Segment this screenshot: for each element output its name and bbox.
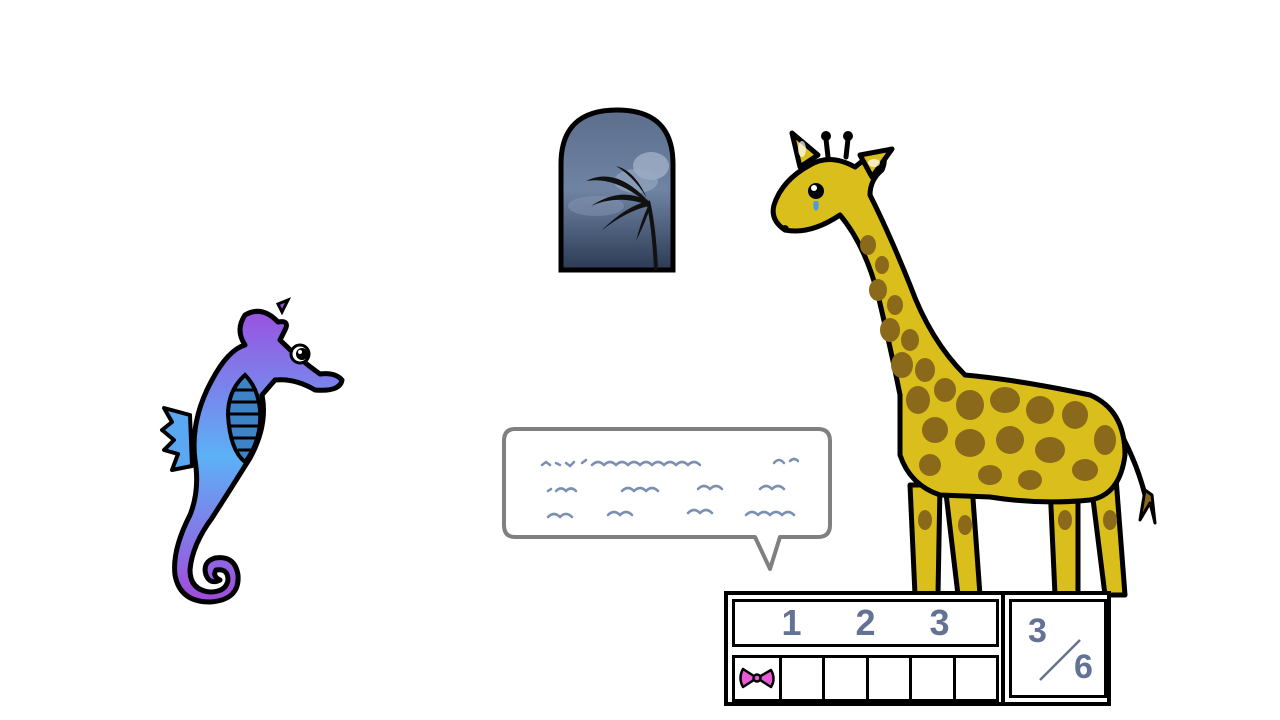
seahorse-icon[interactable] [150, 290, 360, 610]
game-scene: 1 2 3 3 6 [0, 0, 1280, 720]
inventory-slot-4[interactable] [865, 655, 913, 702]
inventory-slot-6[interactable] [952, 655, 1000, 702]
progress-counter: 3 6 [1009, 599, 1107, 698]
inventory-slot-2[interactable] [779, 655, 826, 702]
inventory-slots [732, 655, 1000, 702]
inventory-panel: 1 2 3 3 6 [724, 591, 1111, 706]
level-3-button[interactable]: 3 [903, 601, 977, 645]
stormy-window-icon[interactable] [556, 106, 678, 274]
giraffe-icon[interactable] [760, 125, 1170, 615]
inventory-slot-3[interactable] [822, 655, 869, 702]
panel-divider [1001, 595, 1005, 702]
inventory-slot-1[interactable] [732, 655, 782, 702]
level-2-button[interactable]: 2 [829, 601, 903, 645]
level-selector: 1 2 3 [732, 599, 999, 647]
level-1-button[interactable]: 1 [755, 601, 829, 645]
found-count: 3 [1028, 612, 1047, 650]
total-count: 6 [1074, 648, 1093, 686]
pink-bow-icon[interactable] [735, 658, 779, 699]
inventory-slot-5[interactable] [909, 655, 956, 702]
